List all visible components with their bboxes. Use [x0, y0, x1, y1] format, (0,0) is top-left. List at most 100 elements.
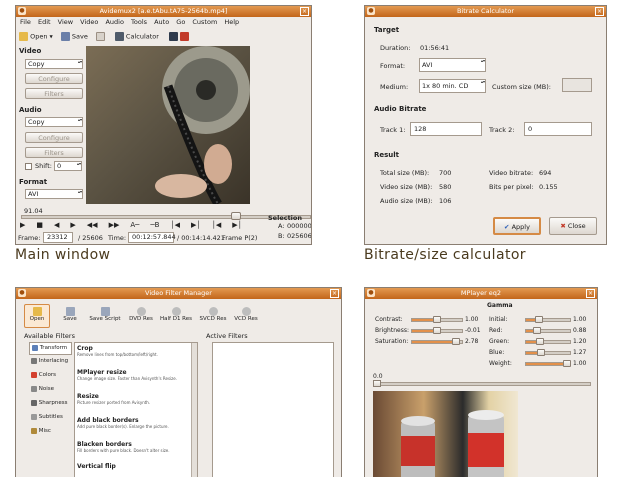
time-input[interactable]: 00:12:57.844: [128, 232, 176, 243]
mplayer-eq-title: MPlayer eq2: [460, 289, 502, 297]
category-noise[interactable]: Noise: [29, 384, 72, 397]
filter-item-resize[interactable]: Resize Picture resizer ported from Avisy…: [77, 393, 191, 405]
close-icon[interactable]: ×: [595, 7, 604, 16]
first-frame-icon[interactable]: │◀: [212, 221, 222, 229]
video-configure-button[interactable]: Configure: [25, 73, 83, 84]
marker-a-icon[interactable]: A─: [130, 221, 139, 229]
cans-image: [401, 410, 504, 477]
menu-tools[interactable]: Tools: [131, 18, 147, 26]
bitrate-calculator-titlebar[interactable]: ● Bitrate Calculator ×: [365, 6, 606, 17]
eq-slider-thumb[interactable]: [433, 327, 441, 334]
format-select[interactable]: AVI: [25, 189, 83, 199]
category-misc[interactable]: Misc: [29, 426, 72, 439]
half-d1-res-button[interactable]: Half D1 Res: [158, 304, 194, 322]
close-icon[interactable]: ×: [300, 7, 309, 16]
category-subtitles[interactable]: Subtitles: [29, 412, 72, 425]
shift-spinbox[interactable]: 0: [54, 161, 82, 171]
stop-icon[interactable]: ■: [36, 221, 43, 229]
frame-input[interactable]: 23312: [43, 232, 73, 243]
filter-item-add-black-borders[interactable]: Add black borders Add pure black border(…: [77, 417, 191, 429]
total-size-label: Total size (MB):: [380, 169, 430, 177]
format-select[interactable]: AVI: [419, 58, 486, 72]
filter-item-blacken-borders[interactable]: Blacken borders Fill borders with pure b…: [77, 441, 191, 453]
play-icon[interactable]: ▶: [20, 221, 25, 229]
category-transform[interactable]: Transform: [29, 342, 72, 355]
properties-icon[interactable]: [95, 32, 105, 41]
filter-item-crop[interactable]: Crop Remove lines from top/bottom/left/r…: [77, 345, 191, 357]
video-codec-select[interactable]: Copy: [25, 59, 83, 69]
last-frame-icon[interactable]: ▶│: [232, 221, 242, 229]
mplayer-eq-titlebar[interactable]: ● MPlayer eq2 ×: [365, 288, 597, 299]
slider-value: 1.00: [573, 360, 587, 367]
next-frame-icon[interactable]: ▶: [70, 221, 75, 229]
audio-codec-select[interactable]: Copy: [25, 117, 83, 127]
go-marker-b-icon[interactable]: ▶│: [191, 221, 201, 229]
audio-filters-icon[interactable]: [179, 32, 189, 41]
video-filters-icon[interactable]: [168, 32, 178, 41]
next-keyframe-icon[interactable]: ▶▶: [109, 221, 120, 229]
eq-slider-thumb[interactable]: [536, 338, 544, 345]
audio-filters-button[interactable]: Filters: [25, 147, 83, 158]
video-filters-button[interactable]: Filters: [25, 88, 83, 99]
filter-description: Picture resizer ported from Avisynth.: [77, 400, 151, 405]
menu-help[interactable]: Help: [224, 18, 239, 26]
position-slider[interactable]: [373, 382, 591, 386]
close-icon[interactable]: ×: [330, 289, 339, 298]
prev-keyframe-icon[interactable]: ◀◀: [87, 221, 98, 229]
svcd-res-button[interactable]: SVCD Res: [198, 304, 228, 322]
apply-button[interactable]: ✔ Apply: [493, 217, 541, 235]
filter-item-mplayer-resize[interactable]: MPlayer resize Change image size. Faster…: [77, 369, 191, 381]
marker-b-icon[interactable]: ─B: [150, 221, 159, 229]
custom-size-input[interactable]: [562, 78, 592, 92]
close-icon[interactable]: ×: [586, 289, 595, 298]
eq-slider[interactable]: [525, 340, 571, 344]
go-marker-a-icon[interactable]: │◀: [170, 221, 180, 229]
open-button[interactable]: Open ▾: [19, 32, 53, 41]
filter-item-vertical-flip[interactable]: Vertical flip: [77, 463, 191, 470]
category-interlacing[interactable]: Interlacing: [29, 356, 72, 369]
main-window-caption: Main window: [15, 247, 111, 263]
duration-value: 01:56:41: [420, 44, 450, 52]
menu-audio[interactable]: Audio: [105, 18, 123, 26]
prev-frame-icon[interactable]: ◀: [54, 221, 59, 229]
vcd-res-button[interactable]: VCD Res: [232, 304, 260, 322]
eq-slider[interactable]: [525, 351, 571, 355]
misc-icon: [31, 427, 37, 434]
save-script-button[interactable]: Save Script: [88, 304, 122, 322]
dvd-res-button[interactable]: DVD Res: [128, 304, 154, 322]
eq-slider-thumb[interactable]: [535, 316, 543, 323]
track2-input[interactable]: 0: [524, 122, 592, 136]
save-button[interactable]: Save: [60, 32, 88, 41]
main-window-titlebar[interactable]: ● Avidemux2 [a.e.tAbu.tA75-2564b.mp4] ×: [16, 6, 311, 17]
eq-slider-thumb[interactable]: [452, 338, 460, 345]
open-button[interactable]: Open: [24, 304, 50, 328]
menu-view[interactable]: View: [58, 18, 73, 26]
eq-slider-thumb[interactable]: [563, 360, 571, 367]
menu-go[interactable]: Go: [176, 18, 185, 26]
medium-select[interactable]: 1x 80 min. CD: [419, 79, 486, 93]
eq-slider-thumb[interactable]: [537, 349, 545, 356]
duration-label: Duration:: [380, 44, 411, 52]
menu-video[interactable]: Video: [80, 18, 98, 26]
filter-list-scrollbar[interactable]: [191, 343, 197, 477]
eq-slider-thumb[interactable]: [433, 316, 441, 323]
category-sharpness[interactable]: Sharpness: [29, 398, 72, 411]
eq-slider[interactable]: [525, 329, 571, 333]
shift-checkbox[interactable]: [25, 163, 32, 170]
filter-manager-titlebar[interactable]: ● Video Filter Manager ×: [16, 288, 341, 299]
total-size-value: 700: [439, 169, 452, 177]
category-colors[interactable]: Colors: [29, 370, 72, 383]
audio-configure-button[interactable]: Configure: [25, 132, 83, 143]
track1-input[interactable]: 128: [410, 122, 482, 136]
eq-slider-thumb[interactable]: [533, 327, 541, 334]
menu-edit[interactable]: Edit: [38, 18, 51, 26]
calculator-button[interactable]: Calculator: [114, 32, 159, 41]
menu-file[interactable]: File: [20, 18, 31, 26]
position-slider-thumb[interactable]: [373, 380, 381, 387]
save-button[interactable]: Save: [58, 304, 82, 322]
menu-auto[interactable]: Auto: [154, 18, 169, 26]
close-button[interactable]: ✖ Close: [549, 217, 597, 235]
selection-b-label: B:: [278, 232, 285, 240]
eq-slider[interactable]: [525, 318, 571, 322]
menu-custom[interactable]: Custom: [192, 18, 217, 26]
